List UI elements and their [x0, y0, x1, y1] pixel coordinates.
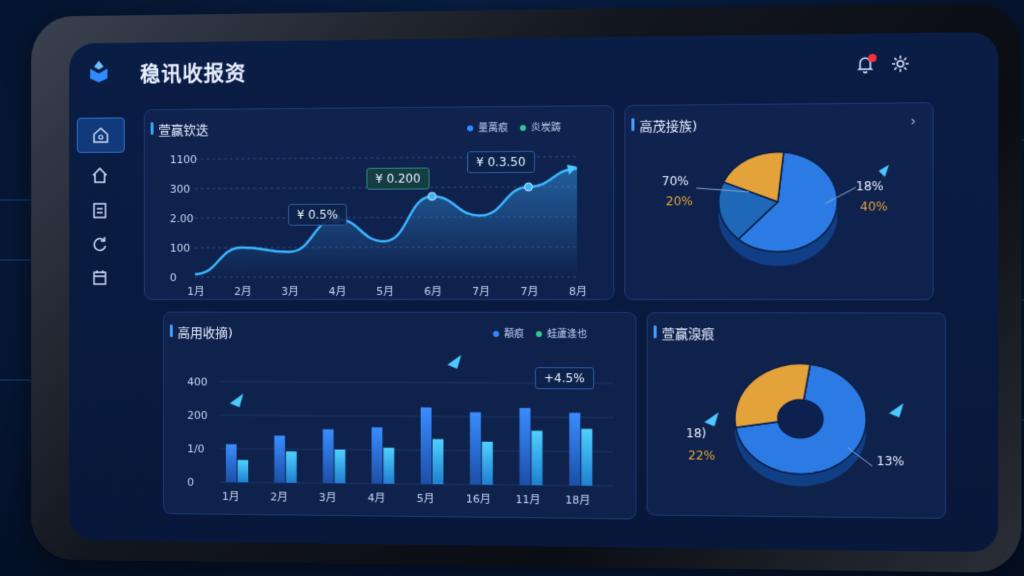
bar-callout: +4.5% [534, 367, 594, 390]
bar [581, 428, 593, 486]
document-icon [91, 202, 108, 220]
x-tick-label: 4月 [368, 491, 386, 504]
trend-arrow [888, 403, 904, 418]
sidebar-item-calendar[interactable] [77, 261, 123, 294]
x-tick-label: 4月 [329, 285, 347, 298]
bar-chart-panel: 高用收摘) 顜痕 蛙蘆逢也 0 1/0 200 400 1月 2月 3月 4月 5月 16月 11月… [163, 311, 637, 520]
bar [432, 439, 444, 485]
bar [225, 444, 237, 483]
donut-label-1: 18) [686, 426, 707, 441]
sidebar-item-dashboard[interactable] [76, 117, 125, 154]
bar [322, 429, 334, 484]
line-callout-3: ¥ 0.3.50 [467, 150, 535, 174]
bar [371, 427, 383, 484]
bar [285, 451, 297, 483]
x-tick-label: 3月 [281, 285, 299, 298]
gridline [220, 415, 613, 418]
dashboard-screen: 稳讯收报资 萱赢钦迭 量萬痕 炎炭踌 0 100 2.00 300 1100 1… [69, 31, 999, 553]
donut-label-3: 13% [876, 453, 905, 469]
sidebar-item-home[interactable] [77, 159, 123, 193]
pie-chart-panel: 高茂接族) › 70% 20% 18% 40% [624, 102, 934, 301]
home-icon [91, 167, 108, 185]
x-tick-label: 5月 [417, 492, 435, 505]
y-tick-label: 200 [187, 409, 207, 422]
sidebar-item-documents[interactable] [77, 194, 123, 227]
trend-arrow [704, 412, 719, 427]
x-tick-label: 1月 [187, 285, 204, 298]
bar [334, 449, 346, 484]
y-tick-label: 2.00 [170, 212, 194, 225]
x-tick-label: 2月 [234, 285, 251, 298]
dashboard-icon [92, 126, 109, 144]
bar [569, 412, 581, 486]
y-tick-label: 0 [170, 271, 177, 284]
app-title: 稳讯收报资 [140, 61, 247, 86]
pie-label-3: 18% [855, 179, 884, 194]
donut-chart-panel: 萱赢湶痕 18) 22% 13% [646, 312, 947, 519]
bar [383, 447, 395, 484]
x-tick-label: 7月 [520, 285, 538, 298]
y-tick-label: 400 [187, 375, 207, 388]
y-tick-label: 0 [187, 476, 194, 489]
line-chart: 0 100 2.00 300 1100 1月 2月 3月 4月 5月 6月 7月 7月 8月 [170, 153, 587, 298]
bar-chart: 0 1/0 200 400 1月 2月 3月 4月 5月 16月 11月 18月 [187, 354, 635, 507]
bar [482, 442, 494, 486]
trend-arrow [229, 393, 244, 408]
donut-label-2: 22% [688, 448, 716, 463]
x-tick-label: 2月 [270, 490, 288, 503]
x-tick-label: 16月 [466, 492, 491, 505]
pie-label-2: 20% [665, 194, 693, 209]
notification-badge [868, 53, 877, 63]
trend-arrow [447, 354, 462, 369]
bar [469, 412, 481, 485]
x-tick-label: 3月 [319, 491, 337, 504]
pie-label-4: 40% [860, 199, 888, 214]
bar [531, 430, 542, 485]
donut-chart [704, 313, 904, 487]
top-bar: 稳讯收报资 [69, 32, 998, 100]
notification-bell-icon[interactable] [855, 53, 877, 75]
bar [237, 459, 249, 483]
y-tick-label: 300 [170, 183, 190, 196]
refresh-icon [91, 235, 108, 253]
x-tick-label: 7月 [472, 285, 490, 298]
gear-icon[interactable] [890, 53, 911, 74]
y-tick-label: 1/0 [187, 442, 204, 455]
logo-icon [90, 60, 108, 83]
tablet-frame: 稳讯收报资 萱赢钦迭 量萬痕 炎炭踌 0 100 2.00 300 1100 1… [31, 2, 1022, 574]
x-tick-label: 1月 [222, 490, 239, 503]
bar [519, 407, 531, 485]
y-tick-label: 100 [170, 242, 190, 255]
donut-hole [777, 399, 823, 438]
line-callout-2: ¥ 0.200 [366, 167, 430, 190]
x-tick-label: 11月 [515, 493, 540, 506]
y-tick-label: 1100 [170, 153, 197, 166]
line-callout-1: ¥ 0.5% [288, 203, 347, 226]
sidebar [69, 108, 126, 539]
data-point [523, 182, 533, 192]
line-chart-panel: 萱赢钦迭 量萬痕 炎炭踌 0 100 2.00 300 1100 1月 2月 3月 4月 5月 6月… [143, 105, 615, 301]
x-tick-label: 8月 [569, 285, 587, 298]
x-tick-label: 5月 [376, 285, 394, 298]
data-point [428, 192, 436, 200]
bar [274, 435, 285, 483]
sidebar-item-refresh[interactable] [77, 227, 123, 260]
pie-label-1: 70% [661, 174, 689, 189]
x-tick-label: 6月 [424, 285, 442, 298]
x-tick-label: 18月 [565, 493, 590, 506]
bar [420, 407, 432, 485]
calendar-icon [91, 268, 108, 286]
trend-arrow [878, 164, 889, 178]
